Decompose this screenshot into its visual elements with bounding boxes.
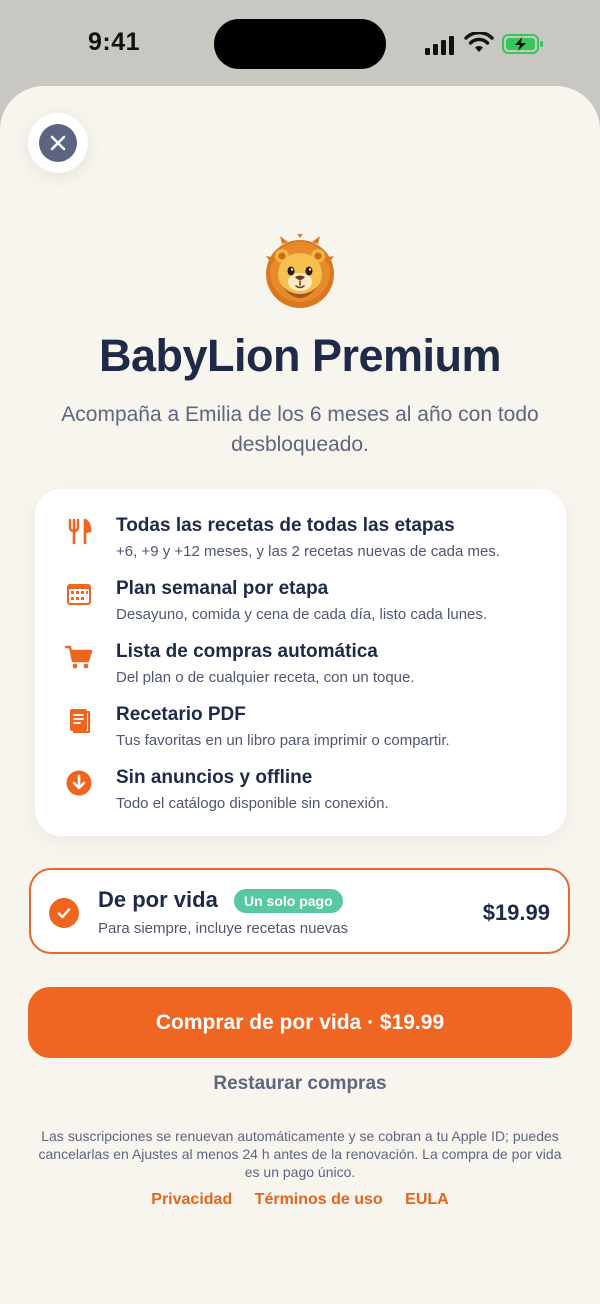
status-time: 9:41 [88,28,141,56]
checkmark-icon [49,898,79,928]
feature-item-pdf: Recetario PDF Tus favoritas en un libro … [35,704,566,756]
cart-icon [65,645,93,669]
status-bar: 9:41 [0,0,600,90]
feature-title: Sin anuncios y offline [116,767,313,788]
feature-item-shopping-list: Lista de compras automática Del plan o d… [35,641,566,693]
page-title: BabyLion Premium [98,330,502,381]
fork-knife-icon [68,518,92,545]
terms-link[interactable]: Términos de uso [255,1191,383,1209]
feature-description: Todo el catálogo disponible sin conexión… [116,795,389,812]
feature-title: Recetario PDF [116,704,246,725]
lion-emoji-icon [266,234,334,308]
feature-item-recipes: Todas las recetas de todas las etapas +6… [35,515,566,567]
battery-charging-icon [502,34,543,54]
feature-description: Desayuno, comida y cena de cada día, lis… [116,606,488,623]
privacy-link[interactable]: Privacidad [151,1191,232,1209]
page-subtitle: Acompaña a Emilia de los 6 meses al año … [61,403,539,456]
feature-description: Tus favoritas en un libro para imprimir … [116,732,450,749]
plan-name: De por vida [98,887,218,912]
plan-description: Para siempre, incluye recetas nuevas [98,920,349,937]
restore-purchases-link[interactable]: Restaurar compras [0,1073,600,1095]
features-card: Todas las recetas de todas las etapas +6… [35,489,566,836]
feature-item-offline: Sin anuncios y offline Todo el catálogo … [35,767,566,819]
close-icon [39,124,77,162]
dynamic-island [214,19,386,69]
feature-title: Plan semanal por etapa [116,578,329,599]
feature-title: Lista de compras automática [116,641,378,662]
close-button[interactable] [28,113,88,173]
book-icon [70,709,90,733]
legal-text: Las suscripciones se renuevan automática… [38,1128,562,1180]
feature-description: Del plan o de cualquier receta, con un t… [116,669,415,686]
feature-item-weekly-plan: Plan semanal por etapa Desayuno, comida … [35,578,566,630]
wifi-icon [464,32,494,52]
plan-badge: Un solo pago [234,889,343,913]
plan-price: $19.99 [482,900,550,925]
eula-link[interactable]: EULA [405,1191,449,1209]
download-icon [66,770,92,796]
feature-description: +6, +9 y +12 meses, y las 2 recetas nuev… [116,543,500,560]
footer-links: Privacidad Términos de uso EULA [0,1191,600,1209]
cellular-signal-icon [425,35,457,55]
calendar-icon [67,584,91,605]
feature-title: Todas las recetas de todas las etapas [116,515,455,536]
plan-option-lifetime[interactable]: De por vida Un solo pago Para siempre, i… [29,868,570,954]
buy-lifetime-button[interactable]: Comprar de por vida · $19.99 [28,987,572,1058]
